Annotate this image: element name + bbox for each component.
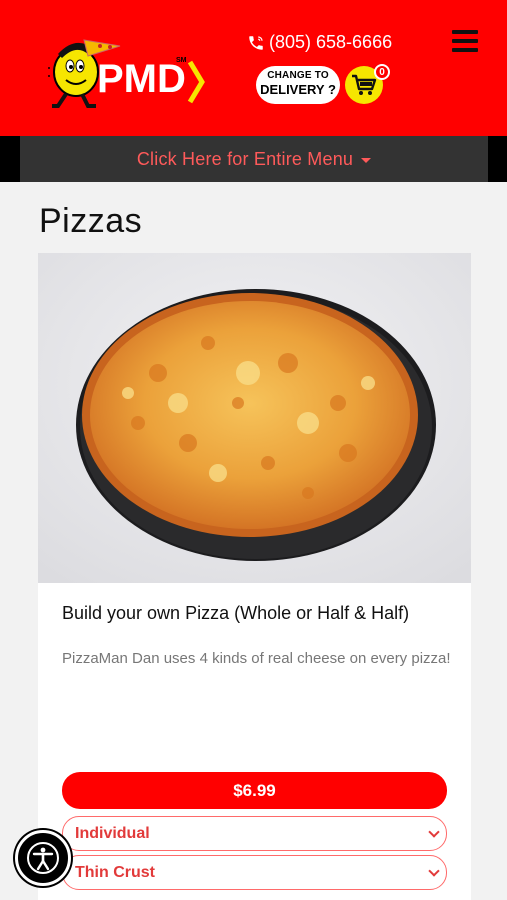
hamburger-line [452, 39, 478, 43]
cart-icon [352, 74, 377, 95]
crust-select-value: Thin Crust [75, 863, 155, 881]
hamburger-line [452, 30, 478, 34]
accessibility-button[interactable] [15, 830, 71, 886]
product-image[interactable] [38, 253, 471, 583]
add-to-order-price-button[interactable]: $6.99 [62, 772, 447, 809]
product-card: Build your own Pizza (Whole or Half & Ha… [38, 253, 471, 900]
entire-menu-dropdown[interactable]: Click Here for Entire Menu [20, 136, 488, 182]
hamburger-line [452, 48, 478, 52]
caret-down-icon [361, 158, 372, 163]
size-select-value: Individual [75, 824, 150, 842]
phone-link[interactable]: (805) 658-6666 [247, 32, 392, 53]
change-to-delivery-button[interactable]: CHANGE TO DELIVERY ? [256, 66, 340, 104]
accessibility-icon [27, 842, 59, 874]
page-title: Pizzas [39, 202, 143, 240]
hamburger-menu-icon[interactable] [452, 30, 478, 52]
delivery-button-line1: CHANGE TO [267, 70, 329, 81]
chevron-down-icon [428, 865, 440, 877]
pizza-image [38, 253, 471, 583]
entire-menu-label: Click Here for Entire Menu [136, 148, 354, 169]
product-description: PizzaMan Dan uses 4 kinds of real cheese… [62, 650, 451, 667]
crust-select[interactable]: Thin Crust [62, 855, 447, 890]
delivery-button-line2: DELIVERY ? [260, 82, 336, 97]
cart-count-badge: 0 [374, 64, 390, 80]
brand-wordmark: PMD [97, 57, 186, 101]
phone-number: (805) 658-6666 [269, 32, 393, 52]
brand-trademark: SM [176, 57, 187, 64]
size-select[interactable]: Individual [62, 816, 447, 851]
chevron-down-icon [428, 826, 440, 838]
site-header: PMD SM (805) 658-6666 CHANGE TO DELIVERY… [0, 0, 507, 136]
product-title[interactable]: Build your own Pizza (Whole or Half & Ha… [62, 603, 452, 623]
phone-icon [249, 35, 263, 50]
